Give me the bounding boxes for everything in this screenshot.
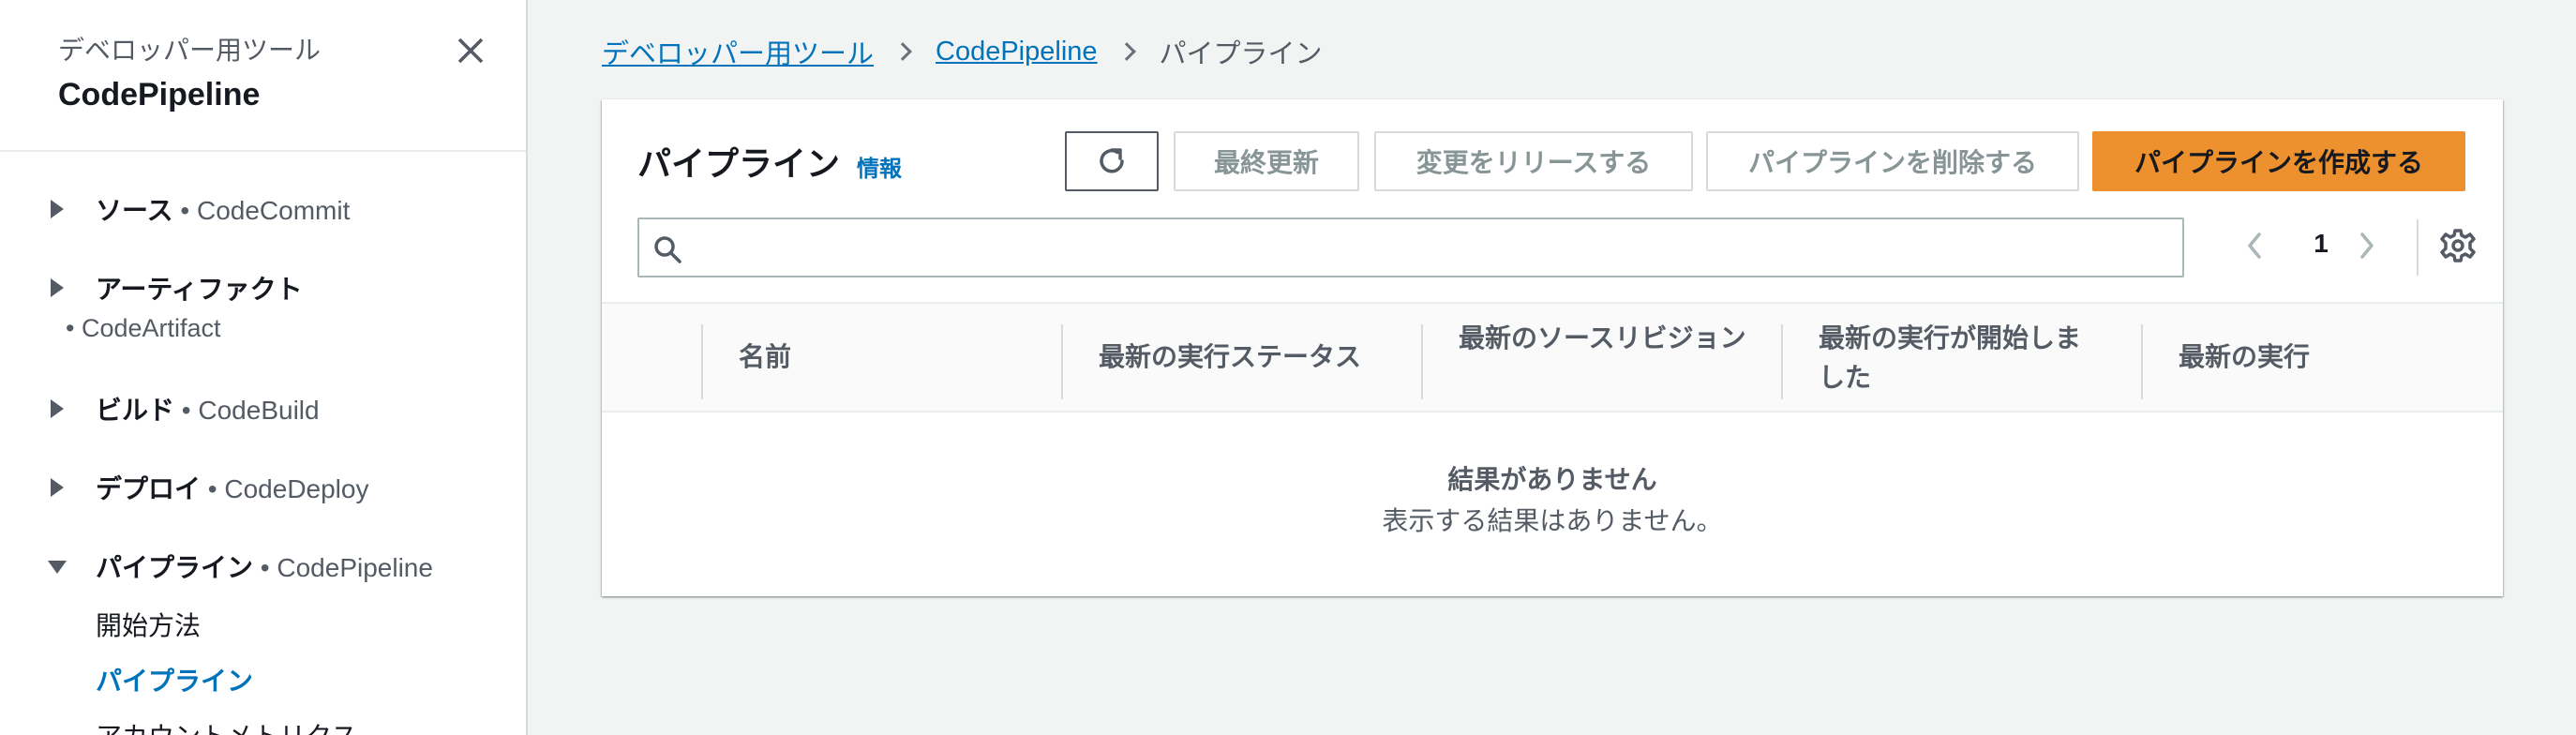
gear-icon[interactable] — [2439, 227, 2477, 264]
info-link[interactable]: 情報 — [857, 150, 902, 183]
sidebar-item-artifact[interactable]: アーティファクト — [51, 269, 303, 307]
chevron-right-icon[interactable] — [2355, 231, 2377, 261]
refresh-button[interactable] — [1065, 131, 1159, 191]
create-pipeline-button[interactable]: パイプラインを作成する — [2092, 131, 2465, 191]
sidebar-subitem-account-metrics[interactable]: アカウントメトリクス — [96, 716, 357, 735]
search-icon — [654, 236, 681, 263]
column-header-status[interactable]: 最新の実行ステータス — [1099, 338, 1361, 377]
column-divider — [1421, 324, 1423, 399]
refresh-icon — [1100, 148, 1124, 173]
page-number[interactable]: 1 — [2302, 229, 2340, 259]
sidebar-item-service: • CodeCommit — [180, 196, 351, 225]
search-field[interactable] — [637, 218, 2184, 278]
sidebar-item-pipeline[interactable]: パイプライン • CodePipeline — [48, 548, 433, 585]
empty-state-title: 結果がありません — [1447, 465, 1657, 494]
table-header: 名前 最新の実行ステータス 最新のソースリビジョン 最新の実行が開始しました 最… — [602, 302, 2503, 412]
caret-right-icon — [51, 200, 64, 218]
caret-right-icon — [51, 278, 64, 297]
sidebar-item-source[interactable]: ソース • CodeCommit — [51, 190, 351, 228]
caret-right-icon — [51, 478, 64, 497]
chevron-right-icon — [893, 42, 912, 61]
chevron-left-icon[interactable] — [2244, 231, 2267, 261]
breadcrumb-link-codepipeline[interactable]: CodePipeline — [936, 37, 1098, 68]
sidebar-item-label: パイプライン — [96, 553, 254, 582]
column-header-name[interactable]: 名前 — [739, 338, 791, 377]
column-header-execution-started[interactable]: 最新の実行が開始しました — [1819, 319, 2090, 398]
delete-pipeline-button[interactable]: パイプラインを削除する — [1706, 131, 2079, 191]
sidebar-title[interactable]: CodePipeline — [58, 77, 260, 113]
sidebar-item-label: デプロイ — [96, 474, 202, 503]
sidebar-subitem-pipelines[interactable]: パイプライン — [96, 661, 253, 698]
sidebar-subitem-getting-started[interactable]: 開始方法 — [96, 606, 201, 643]
sidebar-item-service: • CodePipeline — [260, 553, 433, 582]
sidebar-item-label: ソース — [96, 196, 173, 225]
breadcrumb-link-developer-tools[interactable]: デベロッパー用ツール — [602, 32, 874, 71]
release-change-button[interactable]: 変更をリリースする — [1374, 131, 1693, 191]
sidebar-item-label: アーティファクト — [96, 275, 303, 304]
sidebar-item-deploy[interactable]: デプロイ • CodeDeploy — [51, 469, 369, 506]
side-navigation: デベロッパー用ツール CodePipeline ソース • CodeCommit… — [0, 0, 528, 735]
last-updated-button[interactable]: 最終更新 — [1174, 131, 1359, 191]
sidebar-item-service: • CodeBuild — [181, 396, 320, 425]
column-divider — [1061, 324, 1063, 399]
close-icon[interactable] — [452, 32, 489, 69]
breadcrumb-current: パイプライン — [1159, 39, 1323, 69]
column-header-latest-execution[interactable]: 最新の実行 — [2179, 338, 2310, 377]
sidebar-subtitle: デベロッパー用ツール — [58, 36, 322, 65]
sidebar-header: デベロッパー用ツール CodePipeline — [0, 0, 526, 152]
divider — [2417, 219, 2419, 276]
sidebar-item-build[interactable]: ビルド • CodeBuild — [51, 390, 320, 428]
column-divider — [2141, 324, 2143, 399]
pipelines-panel: パイプライン 情報 最終更新 変更をリリースする パイプラインを削除する パイプ… — [602, 99, 2503, 596]
search-input[interactable] — [696, 225, 2167, 270]
empty-state-description: 表示する結果はありません。 — [1382, 506, 1723, 535]
page-title: パイプライン — [637, 144, 841, 183]
breadcrumb: デベロッパー用ツール CodePipeline パイプライン — [602, 32, 1323, 71]
caret-down-icon — [48, 561, 67, 574]
column-divider — [1781, 324, 1783, 399]
column-divider — [701, 324, 703, 399]
sidebar-item-service: • CodeDeploy — [207, 474, 369, 503]
caret-right-icon — [51, 399, 64, 418]
sidebar-item-service[interactable]: • CodeArtifact — [66, 314, 221, 343]
chevron-right-icon — [1116, 42, 1136, 61]
sidebar-item-label: ビルド — [96, 396, 175, 425]
column-header-source-revision[interactable]: 最新のソースリビジョン — [1459, 319, 1759, 358]
